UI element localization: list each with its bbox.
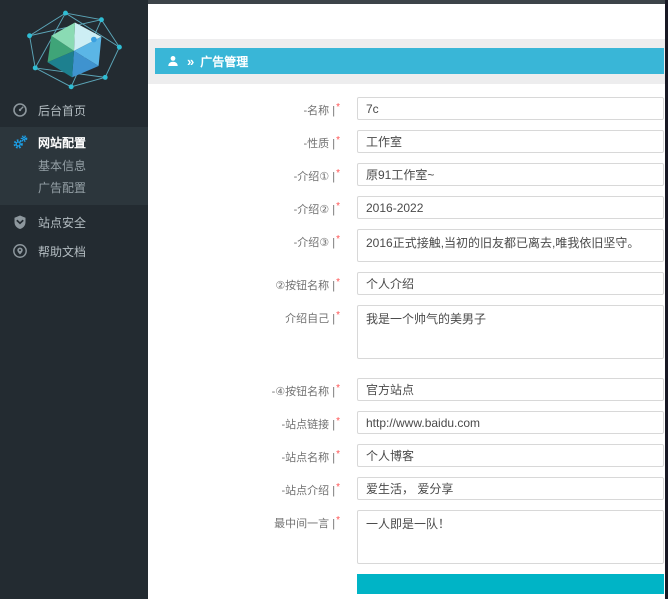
form-row: -站点链接 |* bbox=[148, 411, 668, 434]
sidebar-item-basic-info[interactable]: 基本信息 bbox=[0, 155, 148, 177]
submit-spacer bbox=[148, 574, 357, 579]
field-label-8: -④按钮名称 |* bbox=[148, 378, 357, 399]
sidebar-item-ad-config[interactable]: 广告配置 bbox=[0, 177, 148, 199]
ad-config-form: -名称 |* -性质 |* -介绍① |* -介绍② |* -介绍③ |* ②按… bbox=[148, 84, 668, 594]
field-label-12: 最中间一言 |* bbox=[148, 510, 357, 531]
gears-icon bbox=[12, 134, 28, 150]
field-input-9[interactable] bbox=[357, 411, 664, 434]
field-label-5: -介绍③ |* bbox=[148, 229, 357, 250]
breadcrumb-label: 广告管理 bbox=[200, 53, 248, 70]
required-marker: * bbox=[336, 449, 340, 460]
form-row: -介绍① |* bbox=[148, 163, 668, 186]
required-marker: * bbox=[336, 383, 340, 394]
field-input-3[interactable] bbox=[357, 163, 664, 186]
field-input-7[interactable] bbox=[357, 305, 664, 359]
sidebar-item-label: 站点安全 bbox=[38, 214, 86, 231]
required-marker: * bbox=[336, 277, 340, 288]
required-marker: * bbox=[336, 168, 340, 179]
field-label-4: -介绍② |* bbox=[148, 196, 357, 217]
required-marker: * bbox=[336, 135, 340, 146]
form-rows: -名称 |* -性质 |* -介绍① |* -介绍② |* -介绍③ |* ②按… bbox=[148, 97, 668, 564]
breadcrumb-separator: » bbox=[187, 54, 194, 69]
field-input-8[interactable] bbox=[357, 378, 664, 401]
sidebar-item-label: 后台首页 bbox=[38, 102, 86, 119]
required-marker: * bbox=[336, 416, 340, 427]
field-input-11[interactable] bbox=[357, 477, 664, 500]
form-row: 最中间一言 |* bbox=[148, 510, 668, 564]
field-input-2[interactable] bbox=[357, 130, 664, 153]
form-row: -④按钮名称 |* bbox=[148, 378, 668, 401]
dashboard-icon bbox=[12, 102, 28, 118]
field-label-9: -站点链接 |* bbox=[148, 411, 357, 432]
form-row: -站点介绍 |* bbox=[148, 477, 668, 500]
main-content: » 广告管理 -名称 |* -性质 |* -介绍① |* -介绍② |* -介绍… bbox=[148, 4, 668, 599]
form-row: -介绍③ |* bbox=[148, 229, 668, 262]
field-label-2: -性质 |* bbox=[148, 130, 357, 151]
submit-row bbox=[148, 574, 668, 594]
sidebar-item-label: 帮助文档 bbox=[38, 243, 86, 260]
help-icon bbox=[12, 243, 28, 259]
required-marker: * bbox=[336, 515, 340, 526]
user-icon bbox=[167, 55, 179, 67]
breadcrumb-band: » 广告管理 bbox=[148, 39, 668, 84]
field-input-1[interactable] bbox=[357, 97, 664, 120]
breadcrumb: » 广告管理 bbox=[155, 48, 664, 74]
field-label-1: -名称 |* bbox=[148, 97, 357, 118]
required-marker: * bbox=[336, 234, 340, 245]
required-marker: * bbox=[336, 102, 340, 113]
form-row: -性质 |* bbox=[148, 130, 668, 153]
field-label-7: 介绍自己 |* bbox=[148, 305, 357, 326]
logo-gem-icon bbox=[22, 6, 126, 92]
sidebar-subitem-label: 基本信息 bbox=[38, 159, 86, 173]
field-input-10[interactable] bbox=[357, 444, 664, 467]
submit-button[interactable] bbox=[357, 574, 664, 594]
field-input-12[interactable] bbox=[357, 510, 664, 564]
sidebar-item-help-docs[interactable]: 帮助文档 bbox=[0, 239, 148, 263]
shield-icon bbox=[12, 214, 28, 230]
sidebar: 后台首页 网站配置 基本信息 bbox=[0, 0, 148, 599]
sidebar-nav: 后台首页 网站配置 基本信息 bbox=[0, 98, 148, 263]
sidebar-item-label: 网站配置 bbox=[38, 134, 86, 151]
sidebar-item-site-config[interactable]: 网站配置 bbox=[0, 129, 148, 155]
field-label-11: -站点介绍 |* bbox=[148, 477, 357, 498]
field-input-5[interactable] bbox=[357, 229, 664, 262]
required-marker: * bbox=[336, 310, 340, 321]
sidebar-item-dashboard[interactable]: 后台首页 bbox=[0, 98, 148, 122]
field-label-6: ②按钮名称 |* bbox=[148, 272, 357, 293]
form-row: -站点名称 |* bbox=[148, 444, 668, 467]
field-label-3: -介绍① |* bbox=[148, 163, 357, 184]
sidebar-item-site-security[interactable]: 站点安全 bbox=[0, 210, 148, 234]
admin-page: 后台首页 网站配置 基本信息 bbox=[0, 0, 668, 599]
sidebar-group-site-config: 网站配置 基本信息 广告配置 bbox=[0, 127, 148, 205]
form-row: -名称 |* bbox=[148, 97, 668, 120]
field-input-6[interactable] bbox=[357, 272, 664, 295]
form-row: 介绍自己 |* bbox=[148, 305, 668, 359]
form-row: -介绍② |* bbox=[148, 196, 668, 219]
field-label-10: -站点名称 |* bbox=[148, 444, 357, 465]
form-row: ②按钮名称 |* bbox=[148, 272, 668, 295]
sidebar-subitem-label: 广告配置 bbox=[38, 181, 86, 195]
required-marker: * bbox=[336, 482, 340, 493]
field-input-4[interactable] bbox=[357, 196, 664, 219]
required-marker: * bbox=[336, 201, 340, 212]
